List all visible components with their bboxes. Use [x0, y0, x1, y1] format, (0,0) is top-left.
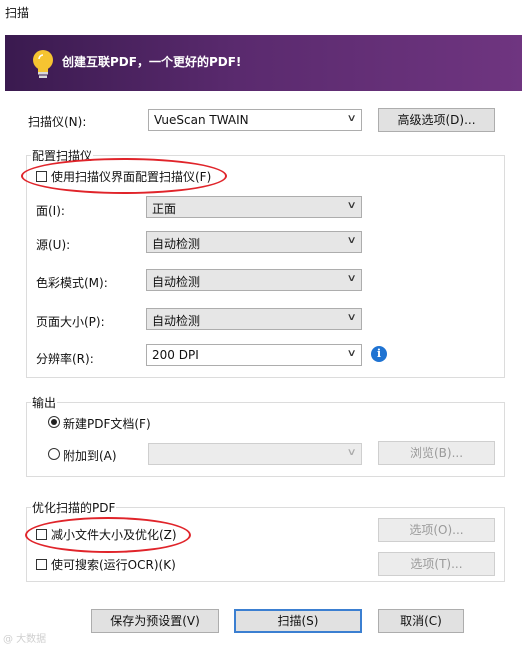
new-pdf-radio[interactable]	[48, 416, 60, 428]
cancel-button[interactable]: 取消(C)	[378, 609, 464, 633]
face-label: 面(I):	[36, 204, 65, 218]
chevron-down-icon: ∨	[346, 235, 357, 246]
advanced-options-button[interactable]: 高级选项(D)...	[378, 108, 495, 132]
page-size-label: 页面大小(P):	[36, 315, 105, 329]
color-mode-label: 色彩模式(M):	[36, 276, 108, 290]
scanner-value: VueScan TWAIN	[154, 113, 249, 127]
chevron-down-icon: ∨	[346, 113, 357, 124]
source-value: 自动检测	[152, 237, 201, 251]
chevron-down-icon: ∨	[346, 447, 357, 458]
chevron-down-icon: ∨	[346, 200, 357, 211]
info-icon[interactable]: i	[371, 346, 387, 362]
resolution-label: 分辨率(R):	[36, 352, 94, 366]
searchable-options-button[interactable]: 选项(T)...	[378, 552, 495, 576]
page-size-value: 自动检测	[152, 314, 201, 328]
banner-text: 创建互联PDF，一个更好的PDF!	[62, 55, 242, 69]
scan-button[interactable]: 扫描(S)	[234, 609, 362, 633]
color-mode-value: 自动检测	[152, 275, 201, 289]
source-label: 源(U):	[36, 238, 71, 252]
chevron-down-icon: ∨	[346, 273, 357, 284]
banner: 创建互联PDF，一个更好的PDF!	[5, 35, 522, 91]
searchable-checkbox[interactable]	[36, 559, 47, 570]
reduce-options-button[interactable]: 选项(O)...	[378, 518, 495, 542]
output-group	[26, 402, 505, 477]
resolution-select[interactable]: 200 DPI ∨	[146, 344, 362, 366]
source-select[interactable]: 自动检测 ∨	[146, 231, 362, 253]
face-select[interactable]: 正面 ∨	[146, 196, 362, 218]
save-preset-button[interactable]: 保存为预设置(V)	[91, 609, 219, 633]
scanner-label: 扫描仪(N):	[28, 115, 87, 129]
optimize-group-label: 优化扫描的PDF	[31, 499, 117, 516]
title-bar: 扫描	[0, 0, 529, 28]
new-pdf-label[interactable]: 新建PDF文档(F)	[63, 415, 151, 432]
append-label[interactable]: 附加到(A)	[63, 447, 117, 464]
highlight-ellipse-optimize	[25, 517, 191, 553]
resolution-value: 200 DPI	[152, 348, 199, 362]
chevron-down-icon: ∨	[346, 312, 357, 323]
color-mode-select[interactable]: 自动检测 ∨	[146, 269, 362, 291]
watermark: @ 大数据	[3, 634, 47, 645]
window-title: 扫描	[5, 6, 30, 20]
browse-button[interactable]: 浏览(B)...	[378, 441, 495, 465]
face-value: 正面	[152, 202, 177, 216]
searchable-label[interactable]: 使可搜索(运行OCR)(K)	[51, 556, 176, 573]
output-group-label: 输出	[31, 394, 58, 411]
highlight-ellipse-config	[21, 158, 227, 194]
scanner-select[interactable]: VueScan TWAIN ∨	[148, 109, 362, 131]
lightbulb-icon	[33, 50, 53, 78]
append-target-select[interactable]: ∨	[148, 443, 362, 465]
page-size-select[interactable]: 自动检测 ∨	[146, 308, 362, 330]
append-radio[interactable]	[48, 448, 60, 460]
chevron-down-icon: ∨	[346, 348, 357, 359]
